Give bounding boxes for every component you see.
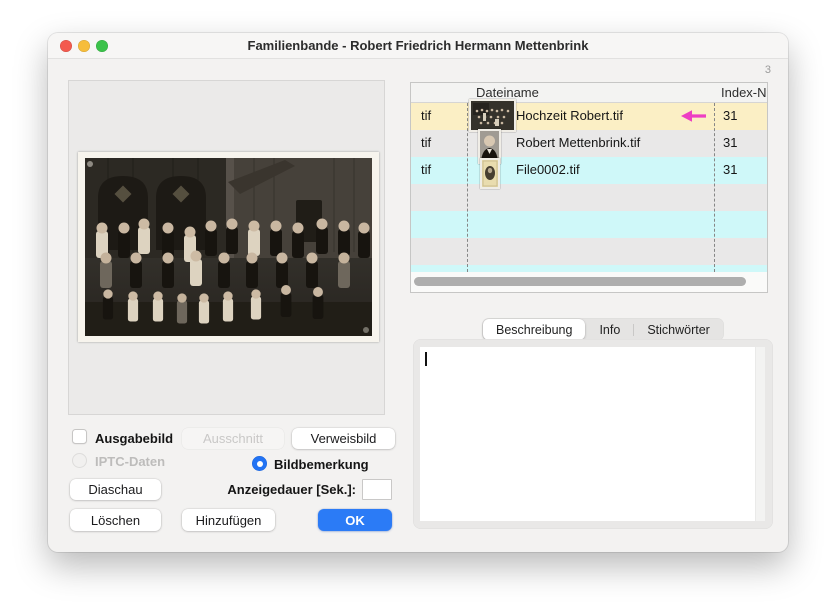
cell-index: 31 [723, 108, 737, 123]
dialog-window: Familienbande - Robert Friedrich Hermann… [48, 33, 788, 552]
verweisbild-button[interactable]: Verweisbild [292, 428, 395, 449]
file-table[interactable]: Dateiname Index-Nr tif Hochzeit Robert.t… [410, 82, 768, 293]
bildbemerkung-radio[interactable] [252, 456, 267, 471]
ausschnitt-button[interactable]: Ausschnitt [182, 428, 284, 449]
tab-stichwoerter[interactable]: Stichwörter [634, 319, 723, 340]
loeschen-button[interactable]: Löschen [70, 509, 161, 531]
diaschau-button[interactable]: Diaschau [70, 479, 161, 500]
description-textarea[interactable] [420, 347, 758, 521]
cell-filename: File0002.tif [516, 162, 580, 177]
table-header: Dateiname Index-Nr [411, 83, 767, 103]
cell-index: 31 [723, 135, 737, 150]
cell-filetype: tif [421, 108, 431, 123]
iptc-daten-radio[interactable] [72, 453, 87, 468]
ok-button[interactable]: OK [318, 509, 392, 531]
ausgabebild-checkbox[interactable] [72, 429, 87, 444]
column-header-dateiname: Dateiname [476, 85, 539, 100]
cell-index: 31 [723, 162, 737, 177]
anzeigedauer-input[interactable] [362, 479, 392, 500]
cell-filetype: tif [421, 162, 431, 177]
file-thumbnail [480, 158, 500, 189]
description-vertical-scrollbar[interactable] [755, 347, 765, 521]
zoom-button[interactable] [96, 40, 108, 52]
photo-preview-panel [68, 80, 385, 415]
items-count-label: 3 [765, 64, 771, 76]
cell-filetype: tif [421, 135, 431, 150]
info-tab-bar: Beschreibung Info Stichwörter [482, 318, 724, 341]
scrollbar-thumb[interactable] [414, 277, 746, 286]
selection-arrow-icon [681, 109, 707, 128]
titlebar[interactable]: Familienbande - Robert Friedrich Hermann… [48, 33, 788, 59]
cell-filename: Hochzeit Robert.tif [516, 108, 623, 123]
close-button[interactable] [60, 40, 72, 52]
table-horizontal-scrollbar[interactable] [411, 272, 767, 292]
anzeigedauer-label: Anzeigedauer [Sek.]: [215, 482, 356, 497]
bildbemerkung-label: Bildbemerkung [274, 457, 369, 472]
minimize-button[interactable] [78, 40, 90, 52]
column-divider [714, 103, 715, 272]
cell-filename: Robert Mettenbrink.tif [516, 135, 640, 150]
ausgabebild-label: Ausgabebild [95, 431, 173, 446]
tab-beschreibung[interactable]: Beschreibung [483, 319, 585, 340]
photo-preview [78, 152, 379, 342]
tab-info[interactable]: Info [586, 319, 633, 340]
hinzufuegen-button[interactable]: Hinzufügen [182, 509, 275, 531]
file-thumbnail [469, 99, 516, 132]
column-divider [467, 103, 468, 272]
text-caret [425, 352, 427, 366]
description-panel [413, 339, 773, 529]
iptc-daten-label: IPTC-Daten [95, 454, 165, 469]
window-title: Familienbande - Robert Friedrich Hermann… [248, 38, 589, 53]
column-header-index-nr: Index-Nr [721, 85, 768, 100]
